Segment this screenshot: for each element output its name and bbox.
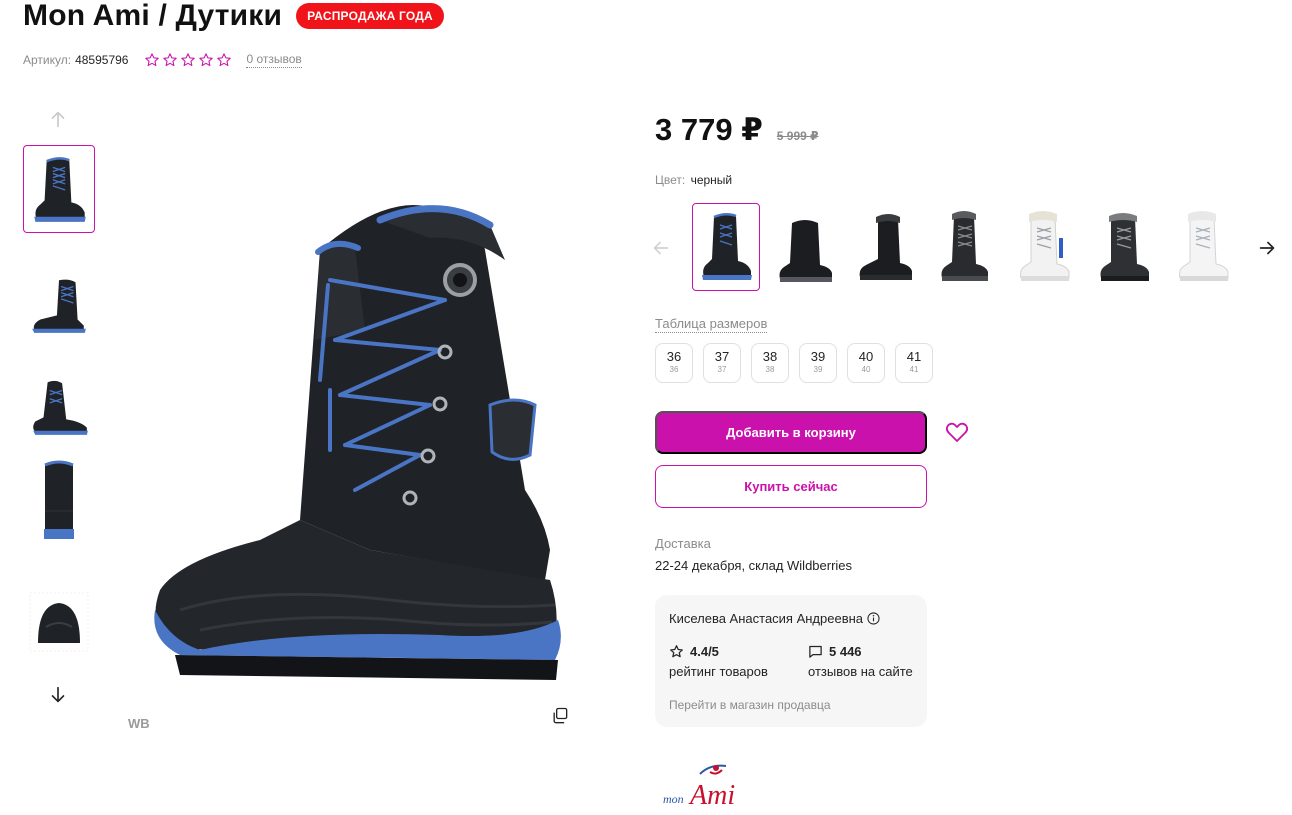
buy-now-button[interactable]: Купить сейчас bbox=[655, 465, 927, 508]
thumbnail-3[interactable] bbox=[23, 362, 95, 450]
add-to-cart-button[interactable]: Добавить в корзину bbox=[655, 411, 927, 454]
product-meta: Артикул: 48595796 0 отзывов bbox=[23, 52, 302, 68]
reviews-link[interactable]: 0 отзывов bbox=[246, 52, 302, 68]
seller-name-row[interactable]: Киселева Анастасия Андреевна bbox=[669, 611, 880, 626]
size-value: 36 bbox=[666, 349, 682, 364]
heart-icon[interactable] bbox=[945, 421, 969, 443]
star-icon bbox=[217, 53, 232, 67]
size-option[interactable]: 37 37 bbox=[703, 343, 741, 383]
size-option[interactable]: 40 40 bbox=[847, 343, 885, 383]
color-swatch[interactable] bbox=[771, 203, 839, 291]
boot-thumbnail-image bbox=[32, 279, 86, 333]
seller-reviews: 5 446 отзывов на сайте bbox=[808, 644, 913, 679]
star-icon bbox=[163, 53, 178, 67]
delivery-date: 22-24 декабря, склад Wildberries bbox=[655, 558, 853, 573]
info-icon[interactable] bbox=[867, 612, 880, 625]
color-swatch[interactable] bbox=[1090, 203, 1158, 291]
svg-text:mon: mon bbox=[663, 792, 684, 806]
swatch-image bbox=[1179, 211, 1229, 281]
color-label: Цвет: bbox=[655, 173, 686, 187]
size-table-link[interactable]: Таблица размеров bbox=[655, 316, 768, 333]
size-value: 37 bbox=[714, 349, 730, 364]
size-option[interactable]: 41 41 bbox=[895, 343, 933, 383]
swatch-image bbox=[702, 213, 752, 280]
sale-badge[interactable]: РАСПРОДАЖА ГОДА bbox=[296, 3, 444, 29]
copy-icon[interactable] bbox=[550, 706, 570, 726]
star-icon bbox=[670, 645, 683, 658]
title-row: Mon Ami / Дутики РАСПРОДАЖА ГОДА bbox=[23, 0, 444, 32]
color-swatches bbox=[650, 203, 1280, 293]
product-title: Mon Ami / Дутики bbox=[23, 0, 283, 32]
seller-reviews-value: 5 446 bbox=[829, 644, 862, 659]
size-ru: 40 bbox=[861, 365, 871, 374]
size-ru: 37 bbox=[717, 365, 727, 374]
swatch-image bbox=[779, 220, 832, 282]
boot-thumbnail-image bbox=[29, 592, 89, 652]
old-price: 5 999 ₽ bbox=[776, 129, 819, 143]
size-ru: 36 bbox=[669, 365, 679, 374]
seller-rating: 4.4/5 рейтинг товаров bbox=[669, 644, 768, 679]
color-value: черный bbox=[690, 173, 733, 187]
arrow-right-icon[interactable] bbox=[1256, 237, 1278, 259]
sku-label: Артикул: bbox=[23, 53, 72, 67]
size-option[interactable]: 39 39 bbox=[799, 343, 837, 383]
seller-reviews-label: отзывов на сайте bbox=[808, 664, 913, 679]
arrow-down-icon[interactable] bbox=[47, 684, 69, 706]
seller-store-link[interactable]: Перейти в магазин продавца bbox=[669, 698, 831, 712]
svg-text:Ami: Ami bbox=[688, 780, 735, 810]
star-icon bbox=[199, 53, 214, 67]
seller-card: Киселева Анастасия Андреевна 4.4/5 рейти… bbox=[655, 595, 927, 727]
thumbnail-1[interactable] bbox=[23, 145, 95, 233]
boot-thumbnail-image bbox=[34, 157, 86, 222]
size-value: 40 bbox=[858, 349, 874, 364]
main-product-image[interactable] bbox=[140, 190, 570, 690]
thumbnail-5[interactable] bbox=[23, 578, 95, 666]
seller-rating-label: рейтинг товаров bbox=[669, 664, 768, 679]
seller-rating-value: 4.4/5 bbox=[690, 644, 719, 659]
thumbnail-4[interactable] bbox=[23, 457, 95, 545]
sku-value[interactable]: 48595796 bbox=[75, 53, 128, 67]
arrow-up-icon[interactable] bbox=[47, 108, 69, 130]
thumbnail-2[interactable] bbox=[23, 260, 95, 348]
color-swatch[interactable] bbox=[1169, 203, 1237, 291]
size-value: 41 bbox=[906, 349, 922, 364]
chat-icon bbox=[809, 645, 822, 658]
delivery-label: Доставка bbox=[655, 536, 711, 551]
color-row: Цвет: черный bbox=[655, 173, 732, 187]
swatch-image bbox=[1020, 211, 1070, 281]
swatch-image bbox=[941, 211, 988, 281]
seller-name: Киселева Анастасия Андреевна bbox=[669, 611, 864, 626]
size-option[interactable]: 36 36 bbox=[655, 343, 693, 383]
brand-logo[interactable]: mon Ami bbox=[660, 760, 752, 810]
boot-thumbnail-image bbox=[44, 460, 74, 539]
size-value: 38 bbox=[762, 349, 778, 364]
wb-watermark: WB bbox=[128, 716, 150, 731]
arrow-left-icon[interactable] bbox=[650, 237, 672, 259]
size-value: 39 bbox=[810, 349, 826, 364]
color-swatch[interactable] bbox=[1010, 203, 1078, 291]
size-selector: 36 36 37 37 38 38 39 39 40 40 41 41 bbox=[655, 343, 933, 383]
size-option[interactable]: 38 38 bbox=[751, 343, 789, 383]
current-price: 3 779 ₽ bbox=[655, 112, 763, 147]
color-swatch[interactable] bbox=[851, 203, 919, 291]
rating-stars bbox=[144, 52, 232, 68]
star-icon bbox=[181, 53, 196, 67]
star-icon bbox=[145, 53, 160, 67]
size-ru: 39 bbox=[813, 365, 823, 374]
swatch-image bbox=[859, 214, 912, 280]
swatch-image bbox=[1100, 213, 1149, 281]
boot-thumbnail-image bbox=[33, 380, 88, 435]
size-ru: 41 bbox=[909, 365, 919, 374]
size-ru: 38 bbox=[765, 365, 775, 374]
price-row: 3 779 ₽ 5 999 ₽ bbox=[655, 112, 818, 148]
color-swatch[interactable] bbox=[931, 203, 999, 291]
color-swatch[interactable] bbox=[692, 203, 760, 291]
